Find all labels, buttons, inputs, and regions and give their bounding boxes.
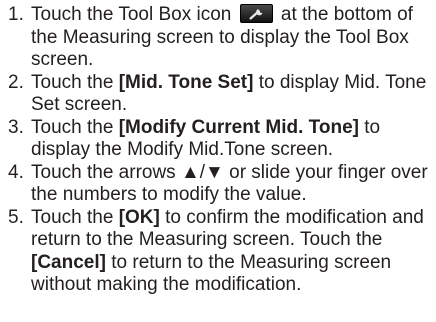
button-reference-cancel: [Cancel] <box>31 251 106 273</box>
step-4: 4. Touch the arrows ▲/▼ or slide your fi… <box>8 162 430 207</box>
step-text: Touch the [Mid. Tone Set] to display Mid… <box>31 72 430 117</box>
step-5: 5. Touch the [OK] to confirm the modific… <box>8 207 430 297</box>
step-number: 2. <box>8 71 24 93</box>
steps-list: 1. Touch the Tool Box icon at the bottom… <box>8 4 430 297</box>
step-number: 1. <box>8 4 24 25</box>
button-reference-ok: [OK] <box>118 206 160 228</box>
instruction-document: 1. Touch the Tool Box icon at the bottom… <box>0 0 436 322</box>
step-1: 1. Touch the Tool Box icon at the bottom… <box>8 4 430 72</box>
button-reference-modify-current-mid-tone: [Modify Current Mid. Tone] <box>118 116 359 138</box>
step-text-before: Touch the <box>31 206 114 228</box>
step-text: Touch the Tool Box icon at the bottom of… <box>31 4 430 72</box>
step-number: 3. <box>8 116 24 138</box>
step-text-before: Touch the <box>31 71 114 93</box>
button-reference-mid-tone-set: [Mid. Tone Set] <box>118 71 254 93</box>
step-text: Touch the [Modify Current Mid. Tone] to … <box>31 117 430 162</box>
step-number: 5. <box>8 206 24 228</box>
step-number: 4. <box>8 161 24 183</box>
wrench-icon <box>239 4 273 23</box>
step-text: Touch the [OK] to confirm the modificati… <box>31 207 430 297</box>
step-text-before: Touch the Tool Box icon <box>31 4 232 25</box>
step-text: Touch the arrows ▲/▼ or slide your finge… <box>31 161 428 206</box>
step-text-before: Touch the <box>31 116 114 138</box>
step-2: 2. Touch the [Mid. Tone Set] to display … <box>8 72 430 117</box>
step-3: 3. Touch the [Modify Current Mid. Tone] … <box>8 117 430 162</box>
